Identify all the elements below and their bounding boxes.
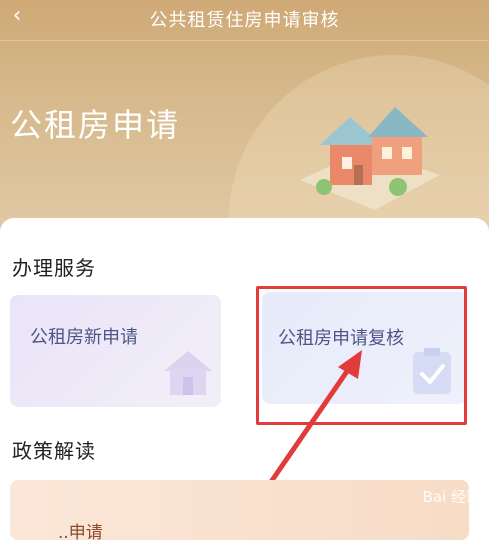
house-illustration [300, 107, 440, 210]
top-bar: ‹ 公共租赁住房申请审核 [0, 0, 489, 41]
house-icon [164, 351, 212, 395]
policy-item-label: ..申请 [58, 523, 103, 543]
policy-card[interactable]: ..申请 [10, 480, 469, 543]
new-application-label: 公租房新申请 [30, 327, 138, 348]
hero-title: 公租房申请 [10, 106, 181, 144]
page-title: 公共租赁住房申请审核 [149, 10, 340, 31]
header-banner: ‹ 公共租赁住房申请审核 公租房申请 [0, 0, 489, 385]
services-section-title: 办理服务 [12, 256, 96, 280]
application-review-tile[interactable]: 公租房申请复核 [262, 292, 467, 404]
application-review-label: 公租房申请复核 [278, 328, 404, 349]
clipboard-check-icon [413, 348, 451, 394]
new-application-tile[interactable]: 公租房新申请 [10, 295, 221, 407]
policy-section-title: 政策解读 [12, 439, 96, 463]
watermark-logo: Bai 经验 [422, 488, 481, 506]
